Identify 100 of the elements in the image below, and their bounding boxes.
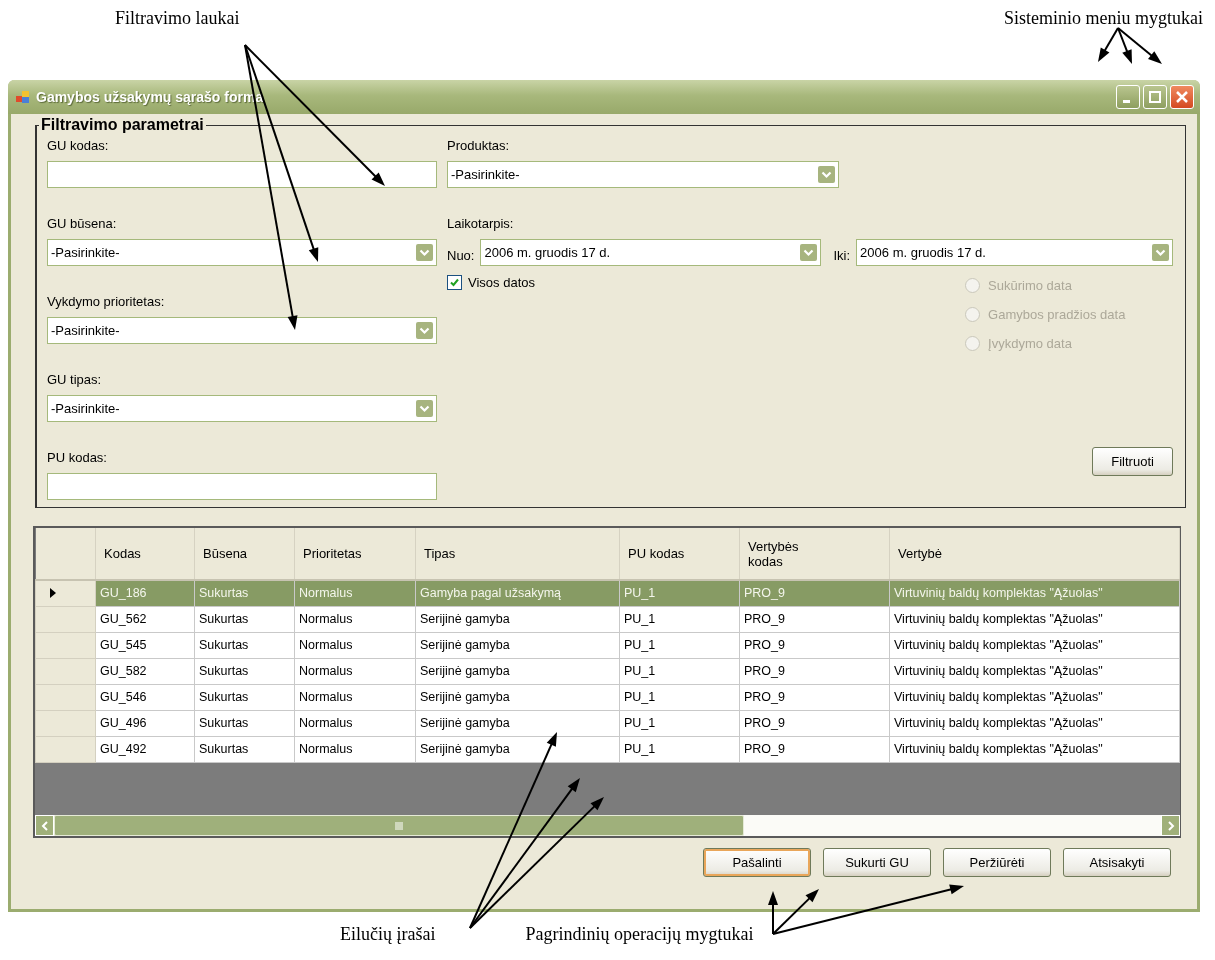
table-cell: PRO_9 — [739, 736, 890, 762]
table-cell: PU_1 — [619, 710, 740, 736]
action-button[interactable]: Atsisakyti — [1063, 848, 1171, 877]
table-cell: Normalus — [294, 632, 416, 658]
checkbox[interactable]: Visos datos — [447, 273, 535, 291]
table-cell: Serijinė gamyba — [415, 710, 620, 736]
field-label: PU kodas: — [47, 450, 108, 466]
table-cell: Sukurtas — [194, 658, 295, 684]
table-cell: Normalus — [294, 580, 416, 606]
table-cell: Serijinė gamyba — [415, 658, 620, 684]
table-cell: GU_546 — [95, 684, 195, 710]
table-cell: PU_1 — [619, 632, 740, 658]
horizontal-scrollbar[interactable] — [35, 815, 1180, 836]
table-cell: Sukurtas — [194, 710, 295, 736]
table-cell: Virtuvinių baldų komplektas "Ąžuolas" — [889, 684, 1180, 710]
column-header[interactable]: Kodas — [95, 528, 195, 580]
date-picker[interactable]: 2006 m. gruodis 17 d. — [856, 239, 1174, 266]
input-field[interactable] — [47, 161, 437, 188]
table-cell: Virtuvinių baldų komplektas "Ąžuolas" — [889, 606, 1180, 632]
table-cell: Normalus — [294, 710, 416, 736]
action-button[interactable]: Pašalinti — [703, 848, 811, 877]
table-cell: Normalus — [294, 736, 416, 762]
current-row-icon — [50, 588, 56, 599]
table-cell: Sukurtas — [194, 684, 295, 710]
table-cell: PRO_9 — [739, 632, 890, 658]
row-header[interactable] — [35, 580, 96, 606]
table-cell: GU_496 — [95, 710, 195, 736]
action-button[interactable]: Peržiūrėti — [943, 848, 1051, 877]
table-cell: PRO_9 — [739, 658, 890, 684]
table-cell: PU_1 — [619, 658, 740, 684]
scroll-right-icon[interactable] — [1165, 820, 1176, 831]
table-cell: Virtuvinių baldų komplektas "Ąžuolas" — [889, 580, 1180, 606]
table-cell: PRO_9 — [739, 606, 890, 632]
table-cell: PU_1 — [619, 736, 740, 762]
table-cell: Serijinė gamyba — [415, 606, 620, 632]
column-header[interactable]: Tipas — [415, 528, 620, 580]
table-cell: GU_186 — [95, 580, 195, 606]
table-cell: Sukurtas — [194, 580, 295, 606]
field-label: Laikotarpis: — [447, 216, 515, 232]
table-cell: Virtuvinių baldų komplektas "Ąžuolas" — [889, 736, 1180, 762]
table-cell: GU_582 — [95, 658, 195, 684]
action-button[interactable]: Sukurti GU — [823, 848, 931, 877]
column-header[interactable]: Vertybė — [889, 528, 1180, 580]
maximize-button[interactable] — [1143, 85, 1167, 109]
table-cell: Gamyba pagal užsakymą — [415, 580, 620, 606]
annotation-label: Eilučių įrašai — [340, 924, 436, 945]
table-cell: Normalus — [294, 606, 416, 632]
app-icon — [16, 90, 30, 104]
row-header[interactable] — [35, 606, 96, 632]
annotation-label: Filtravimo laukai — [115, 8, 240, 29]
table-cell: Sukurtas — [194, 606, 295, 632]
table-cell: Normalus — [294, 684, 416, 710]
group-title: Filtravimo parametrai — [40, 116, 205, 134]
grip-icon — [394, 821, 404, 830]
row-header[interactable] — [35, 710, 96, 736]
row-header[interactable] — [35, 632, 96, 658]
field-label: Iki: — [833, 247, 851, 263]
dropdown-field[interactable]: -Pasirinkite- — [47, 317, 437, 344]
table-cell: Virtuvinių baldų komplektas "Ąžuolas" — [889, 710, 1180, 736]
table-cell: Virtuvinių baldų komplektas "Ąžuolas" — [889, 632, 1180, 658]
minimize-icon — [1123, 99, 1130, 103]
close-button[interactable] — [1170, 85, 1194, 109]
table-cell: Serijinė gamyba — [415, 632, 620, 658]
table-cell: PRO_9 — [739, 580, 890, 606]
table-cell: PRO_9 — [739, 710, 890, 736]
row-header[interactable] — [35, 658, 96, 684]
dropdown-field[interactable]: -Pasirinkite- — [447, 161, 839, 188]
table-cell: GU_492 — [95, 736, 195, 762]
table-cell: PRO_9 — [739, 684, 890, 710]
column-header[interactable]: PU kodas — [619, 528, 740, 580]
table-cell: Serijinė gamyba — [415, 736, 620, 762]
dropdown-field[interactable]: -Pasirinkite- — [47, 239, 437, 266]
column-header[interactable]: Vertybės kodas — [739, 528, 890, 580]
maximize-icon — [1149, 91, 1161, 103]
table-cell: Virtuvinių baldų komplektas "Ąžuolas" — [889, 658, 1180, 684]
date-picker[interactable]: 2006 m. gruodis 17 d. — [480, 239, 822, 266]
table-cell: PU_1 — [619, 580, 740, 606]
field-label: Produktas: — [447, 138, 511, 154]
dropdown-field[interactable]: -Pasirinkite- — [47, 395, 437, 422]
column-header[interactable]: Būsena — [194, 528, 295, 580]
scroll-left-icon[interactable] — [39, 820, 50, 831]
input-field[interactable] — [47, 473, 437, 500]
table-cell: PU_1 — [619, 606, 740, 632]
field-label: GU kodas: — [47, 138, 110, 154]
field-label: GU tipas: — [47, 372, 103, 388]
field-label: GU būsena: — [47, 216, 118, 232]
row-header[interactable] — [35, 736, 96, 762]
table-cell: Sukurtas — [194, 632, 295, 658]
column-header[interactable]: Prioritetas — [294, 528, 416, 580]
table-cell: GU_562 — [95, 606, 195, 632]
row-header[interactable] — [35, 684, 96, 710]
minimize-button[interactable] — [1116, 85, 1140, 109]
table-cell: Normalus — [294, 658, 416, 684]
annotation-label: Sisteminio meniu mygtukai — [1004, 8, 1203, 29]
field-label: Vykdymo prioritetas: — [47, 294, 166, 310]
table-cell: PU_1 — [619, 684, 740, 710]
close-icon — [1176, 91, 1188, 103]
annotation-label: Pagrindinių operacijų mygtukai — [525, 924, 754, 945]
filter-button[interactable]: Filtruoti — [1092, 447, 1174, 476]
table-cell: Sukurtas — [194, 736, 295, 762]
